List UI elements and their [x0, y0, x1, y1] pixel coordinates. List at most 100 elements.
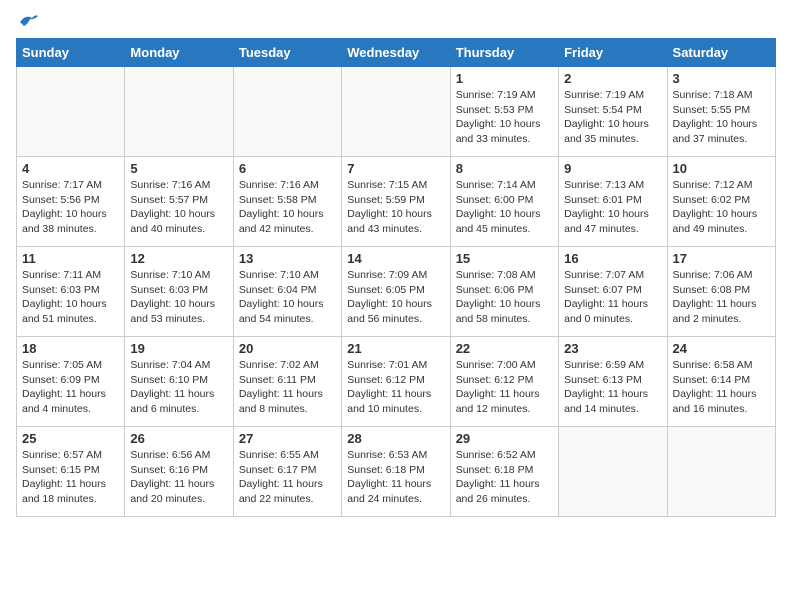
calendar-cell: 1 Sunrise: 7:19 AM Sunset: 5:53 PM Daylig…	[450, 67, 558, 157]
day-number: 6	[239, 161, 336, 176]
calendar-cell	[17, 67, 125, 157]
day-number: 21	[347, 341, 444, 356]
day-info: Sunrise: 7:10 AM Sunset: 6:04 PM Dayligh…	[239, 268, 336, 327]
calendar-cell: 26 Sunrise: 6:56 AM Sunset: 6:16 PM Dayli…	[125, 427, 233, 517]
day-number: 18	[22, 341, 119, 356]
calendar-cell: 12 Sunrise: 7:10 AM Sunset: 6:03 PM Dayli…	[125, 247, 233, 337]
day-number: 12	[130, 251, 227, 266]
day-info: Sunrise: 7:14 AM Sunset: 6:00 PM Dayligh…	[456, 178, 553, 237]
day-number: 22	[456, 341, 553, 356]
calendar-cell: 4 Sunrise: 7:17 AM Sunset: 5:56 PM Daylig…	[17, 157, 125, 247]
day-number: 11	[22, 251, 119, 266]
calendar-cell: 7 Sunrise: 7:15 AM Sunset: 5:59 PM Daylig…	[342, 157, 450, 247]
day-number: 1	[456, 71, 553, 86]
page-header	[16, 16, 776, 30]
day-info: Sunrise: 7:12 AM Sunset: 6:02 PM Dayligh…	[673, 178, 770, 237]
calendar-cell	[125, 67, 233, 157]
calendar-cell: 3 Sunrise: 7:18 AM Sunset: 5:55 PM Daylig…	[667, 67, 775, 157]
calendar-cell: 23 Sunrise: 6:59 AM Sunset: 6:13 PM Dayli…	[559, 337, 667, 427]
calendar-cell: 11 Sunrise: 7:11 AM Sunset: 6:03 PM Dayli…	[17, 247, 125, 337]
day-number: 3	[673, 71, 770, 86]
calendar-cell: 9 Sunrise: 7:13 AM Sunset: 6:01 PM Daylig…	[559, 157, 667, 247]
calendar-cell: 28 Sunrise: 6:53 AM Sunset: 6:18 PM Dayli…	[342, 427, 450, 517]
calendar-header-thursday: Thursday	[450, 39, 558, 67]
day-info: Sunrise: 6:57 AM Sunset: 6:15 PM Dayligh…	[22, 448, 119, 507]
day-number: 28	[347, 431, 444, 446]
calendar-header-sunday: Sunday	[17, 39, 125, 67]
calendar-cell: 5 Sunrise: 7:16 AM Sunset: 5:57 PM Daylig…	[125, 157, 233, 247]
day-info: Sunrise: 6:55 AM Sunset: 6:17 PM Dayligh…	[239, 448, 336, 507]
day-info: Sunrise: 7:10 AM Sunset: 6:03 PM Dayligh…	[130, 268, 227, 327]
day-info: Sunrise: 6:59 AM Sunset: 6:13 PM Dayligh…	[564, 358, 661, 417]
day-info: Sunrise: 7:17 AM Sunset: 5:56 PM Dayligh…	[22, 178, 119, 237]
day-info: Sunrise: 7:15 AM Sunset: 5:59 PM Dayligh…	[347, 178, 444, 237]
day-number: 16	[564, 251, 661, 266]
calendar-cell	[233, 67, 341, 157]
day-info: Sunrise: 7:07 AM Sunset: 6:07 PM Dayligh…	[564, 268, 661, 327]
calendar-cell: 19Sunrise: 7:04 AM Sunset: 6:10 PM Dayli…	[125, 337, 233, 427]
day-number: 19	[130, 341, 227, 356]
day-info: Sunrise: 7:18 AM Sunset: 5:55 PM Dayligh…	[673, 88, 770, 147]
calendar-week-row: 4 Sunrise: 7:17 AM Sunset: 5:56 PM Daylig…	[17, 157, 776, 247]
day-info: Sunrise: 7:13 AM Sunset: 6:01 PM Dayligh…	[564, 178, 661, 237]
calendar-cell: 8 Sunrise: 7:14 AM Sunset: 6:00 PM Daylig…	[450, 157, 558, 247]
day-number: 9	[564, 161, 661, 176]
calendar-cell	[559, 427, 667, 517]
day-number: 5	[130, 161, 227, 176]
day-number: 10	[673, 161, 770, 176]
day-number: 24	[673, 341, 770, 356]
calendar-week-row: 25Sunrise: 6:57 AM Sunset: 6:15 PM Dayli…	[17, 427, 776, 517]
calendar-cell: 27 Sunrise: 6:55 AM Sunset: 6:17 PM Dayli…	[233, 427, 341, 517]
calendar-cell: 25Sunrise: 6:57 AM Sunset: 6:15 PM Dayli…	[17, 427, 125, 517]
day-info: Sunrise: 7:01 AM Sunset: 6:12 PM Dayligh…	[347, 358, 444, 417]
day-info: Sunrise: 7:19 AM Sunset: 5:54 PM Dayligh…	[564, 88, 661, 147]
day-info: Sunrise: 7:00 AM Sunset: 6:12 PM Dayligh…	[456, 358, 553, 417]
day-number: 4	[22, 161, 119, 176]
calendar-header-row: SundayMondayTuesdayWednesdayThursdayFrid…	[17, 39, 776, 67]
calendar-cell	[667, 427, 775, 517]
day-info: Sunrise: 7:02 AM Sunset: 6:11 PM Dayligh…	[239, 358, 336, 417]
day-number: 20	[239, 341, 336, 356]
day-info: Sunrise: 6:58 AM Sunset: 6:14 PM Dayligh…	[673, 358, 770, 417]
day-info: Sunrise: 7:08 AM Sunset: 6:06 PM Dayligh…	[456, 268, 553, 327]
day-number: 7	[347, 161, 444, 176]
calendar-cell: 24 Sunrise: 6:58 AM Sunset: 6:14 PM Dayli…	[667, 337, 775, 427]
day-number: 8	[456, 161, 553, 176]
calendar-cell: 6 Sunrise: 7:16 AM Sunset: 5:58 PM Daylig…	[233, 157, 341, 247]
day-info: Sunrise: 7:16 AM Sunset: 5:58 PM Dayligh…	[239, 178, 336, 237]
day-info: Sunrise: 7:16 AM Sunset: 5:57 PM Dayligh…	[130, 178, 227, 237]
calendar-cell: 22 Sunrise: 7:00 AM Sunset: 6:12 PM Dayli…	[450, 337, 558, 427]
calendar-header-wednesday: Wednesday	[342, 39, 450, 67]
calendar-cell: 13 Sunrise: 7:10 AM Sunset: 6:04 PM Dayli…	[233, 247, 341, 337]
day-number: 29	[456, 431, 553, 446]
day-number: 26	[130, 431, 227, 446]
calendar-header-saturday: Saturday	[667, 39, 775, 67]
day-info: Sunrise: 7:05 AM Sunset: 6:09 PM Dayligh…	[22, 358, 119, 417]
bird-icon	[18, 12, 40, 30]
day-info: Sunrise: 7:19 AM Sunset: 5:53 PM Dayligh…	[456, 88, 553, 147]
day-info: Sunrise: 7:11 AM Sunset: 6:03 PM Dayligh…	[22, 268, 119, 327]
calendar-cell: 18 Sunrise: 7:05 AM Sunset: 6:09 PM Dayli…	[17, 337, 125, 427]
day-info: Sunrise: 7:06 AM Sunset: 6:08 PM Dayligh…	[673, 268, 770, 327]
day-number: 27	[239, 431, 336, 446]
calendar-header-tuesday: Tuesday	[233, 39, 341, 67]
day-info: Sunrise: 7:09 AM Sunset: 6:05 PM Dayligh…	[347, 268, 444, 327]
calendar-cell: 20 Sunrise: 7:02 AM Sunset: 6:11 PM Dayli…	[233, 337, 341, 427]
day-info: Sunrise: 6:53 AM Sunset: 6:18 PM Dayligh…	[347, 448, 444, 507]
calendar-header-friday: Friday	[559, 39, 667, 67]
calendar-week-row: 1 Sunrise: 7:19 AM Sunset: 5:53 PM Daylig…	[17, 67, 776, 157]
calendar-cell: 15 Sunrise: 7:08 AM Sunset: 6:06 PM Dayli…	[450, 247, 558, 337]
calendar-header-monday: Monday	[125, 39, 233, 67]
calendar-cell: 14Sunrise: 7:09 AM Sunset: 6:05 PM Dayli…	[342, 247, 450, 337]
day-number: 17	[673, 251, 770, 266]
day-number: 15	[456, 251, 553, 266]
day-number: 23	[564, 341, 661, 356]
calendar-week-row: 11 Sunrise: 7:11 AM Sunset: 6:03 PM Dayli…	[17, 247, 776, 337]
day-number: 13	[239, 251, 336, 266]
day-info: Sunrise: 6:52 AM Sunset: 6:18 PM Dayligh…	[456, 448, 553, 507]
logo	[16, 16, 40, 30]
calendar-week-row: 18 Sunrise: 7:05 AM Sunset: 6:09 PM Dayli…	[17, 337, 776, 427]
calendar-table: SundayMondayTuesdayWednesdayThursdayFrid…	[16, 38, 776, 517]
calendar-cell: 21 Sunrise: 7:01 AM Sunset: 6:12 PM Dayli…	[342, 337, 450, 427]
day-info: Sunrise: 6:56 AM Sunset: 6:16 PM Dayligh…	[130, 448, 227, 507]
